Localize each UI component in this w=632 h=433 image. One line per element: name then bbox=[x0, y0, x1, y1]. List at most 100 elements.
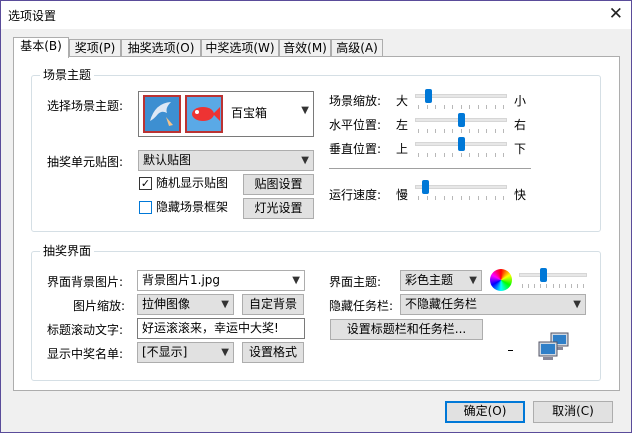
winner-list-select[interactable]: [不显示] ▼ bbox=[137, 342, 234, 363]
slider-tick bbox=[559, 284, 560, 288]
bg-image-label: 界面背景图片: bbox=[47, 275, 124, 289]
tab-sound[interactable]: 音效(M) bbox=[279, 39, 331, 57]
slider-tick bbox=[571, 284, 572, 288]
slider-tick bbox=[461, 129, 462, 133]
image-scale-select[interactable]: 拉伸图像 ▼ bbox=[137, 294, 234, 315]
chevron-down-icon: ▼ bbox=[301, 105, 309, 116]
theme-slider-thumb[interactable] bbox=[540, 268, 548, 282]
slider-divider bbox=[329, 168, 531, 170]
ui-theme-label: 界面主题: bbox=[329, 275, 382, 289]
slider-tick bbox=[461, 196, 462, 200]
title-bar: 选项设置 ✕ bbox=[1, 1, 631, 29]
slider-tick bbox=[435, 105, 436, 109]
slider-tick bbox=[553, 284, 554, 288]
custom-bg-button[interactable]: 自定背景 bbox=[242, 294, 304, 315]
underscore-mark bbox=[508, 350, 513, 351]
slider-tick bbox=[534, 284, 535, 288]
scene-theme-group: 场景主题 选择场景主题: 百宝箱 ▼ 抽奖单元贴图: 默认贴图 ▼ ✓ 随机显示… bbox=[31, 68, 601, 232]
hide-frame-label: 隐藏场景框架 bbox=[156, 200, 229, 214]
cancel-button[interactable]: 取消(C) bbox=[533, 401, 613, 423]
slider-tick bbox=[583, 284, 584, 288]
speed-slider-track bbox=[415, 185, 507, 189]
vpos-right-label: 下 bbox=[514, 142, 527, 156]
hpos-label: 水平位置: bbox=[329, 118, 382, 132]
slider-tick bbox=[452, 196, 453, 200]
scene-theme-value: 百宝箱 bbox=[231, 106, 268, 120]
slider-tick bbox=[418, 129, 419, 133]
chevron-down-icon: ▼ bbox=[301, 155, 309, 166]
scene-theme-picker[interactable]: 百宝箱 ▼ bbox=[138, 91, 314, 137]
slider-tick bbox=[540, 284, 541, 288]
light-settings-button[interactable]: 灯光设置 bbox=[243, 198, 314, 219]
slider-tick bbox=[444, 105, 445, 109]
zoom-slider-thumb[interactable] bbox=[425, 89, 433, 103]
slider-tick bbox=[469, 129, 470, 133]
ui-theme-value: 彩色主题 bbox=[405, 273, 454, 287]
vpos-slider-thumb[interactable] bbox=[457, 137, 465, 151]
slider-tick bbox=[486, 196, 487, 200]
zoom-right-label: 小 bbox=[514, 94, 527, 108]
hpos-slider-ticks bbox=[418, 129, 504, 134]
speed-label: 运行速度: bbox=[329, 188, 382, 202]
color-wheel-icon[interactable] bbox=[490, 269, 512, 291]
set-format-button[interactable]: 设置格式 bbox=[242, 342, 304, 363]
tab-draw-options[interactable]: 抽奖选项(O) bbox=[121, 39, 201, 57]
bg-image-value: 背景图片1.jpg bbox=[142, 273, 221, 287]
texture-settings-button[interactable]: 贴图设置 bbox=[243, 174, 314, 195]
slider-tick bbox=[435, 153, 436, 157]
slider-tick bbox=[418, 196, 419, 200]
slider-tick bbox=[486, 153, 487, 157]
scene-theme-label: 选择场景主题: bbox=[47, 99, 124, 113]
slider-tick bbox=[461, 153, 462, 157]
slider-tick bbox=[461, 105, 462, 109]
random-texture-label: 随机显示贴图 bbox=[156, 176, 229, 190]
taskbar-value: 不隐藏任务栏 bbox=[405, 297, 478, 311]
draw-ui-group: 抽奖界面 界面背景图片: 背景图片1.jpg ▼ 图片缩放: 拉伸图像 ▼ 自定… bbox=[31, 244, 601, 381]
slider-tick bbox=[503, 129, 504, 133]
slider-tick bbox=[486, 129, 487, 133]
title-taskbar-button[interactable]: 设置标题栏和任务栏... bbox=[330, 319, 483, 340]
zoom-label: 场景缩放: bbox=[329, 94, 382, 108]
slider-tick bbox=[478, 129, 479, 133]
slider-tick bbox=[435, 129, 436, 133]
winner-list-label: 显示中奖名单: bbox=[47, 347, 124, 361]
options-dialog: 选项设置 ✕ 基本(B) 奖项(P) 抽奖选项(O) 中奖选项(W) 音效(M)… bbox=[0, 0, 632, 433]
ui-theme-select[interactable]: 彩色主题 ▼ bbox=[400, 270, 482, 291]
slider-tick bbox=[528, 284, 529, 288]
taskbar-label: 隐藏任务栏: bbox=[329, 299, 394, 313]
tab-basic[interactable]: 基本(B) bbox=[13, 37, 69, 58]
hpos-slider-thumb[interactable] bbox=[457, 113, 465, 127]
tab-advanced[interactable]: 高级(A) bbox=[331, 39, 383, 57]
taskbar-select[interactable]: 不隐藏任务栏 ▼ bbox=[400, 294, 586, 315]
slider-tick bbox=[418, 153, 419, 157]
tab-win-options[interactable]: 中奖选项(W) bbox=[201, 39, 279, 57]
network-computers-icon bbox=[538, 332, 569, 360]
fish-icon bbox=[192, 107, 220, 121]
slider-tick bbox=[452, 105, 453, 109]
dolphin-icon bbox=[150, 102, 173, 126]
close-icon[interactable]: ✕ bbox=[609, 3, 623, 25]
winner-list-value: [不显示] bbox=[142, 345, 188, 359]
speed-slider-thumb[interactable] bbox=[421, 180, 429, 194]
hide-frame-checkbox[interactable] bbox=[139, 201, 152, 214]
slider-tick bbox=[565, 284, 566, 288]
slider-tick bbox=[478, 196, 479, 200]
vpos-left-label: 上 bbox=[396, 142, 409, 156]
scroll-text-input[interactable]: 好运滚滚来，幸运中大奖! bbox=[137, 318, 305, 339]
slider-tick bbox=[427, 153, 428, 157]
hpos-right-label: 右 bbox=[514, 118, 527, 132]
slider-tick bbox=[478, 153, 479, 157]
ok-button[interactable]: 确定(O) bbox=[445, 401, 525, 423]
theme-slider-track bbox=[519, 273, 587, 277]
slider-tick bbox=[478, 105, 479, 109]
bg-image-select[interactable]: 背景图片1.jpg ▼ bbox=[137, 270, 305, 291]
random-texture-checkbox[interactable]: ✓ bbox=[139, 177, 152, 190]
vpos-slider-ticks bbox=[418, 153, 504, 158]
slider-tick bbox=[444, 196, 445, 200]
slider-tick bbox=[495, 105, 496, 109]
cell-texture-select[interactable]: 默认贴图 ▼ bbox=[138, 150, 314, 171]
draw-ui-group-label: 抽奖界面 bbox=[40, 244, 95, 258]
slider-tick bbox=[452, 153, 453, 157]
slider-tick bbox=[469, 153, 470, 157]
tab-prizes[interactable]: 奖项(P) bbox=[69, 39, 121, 57]
